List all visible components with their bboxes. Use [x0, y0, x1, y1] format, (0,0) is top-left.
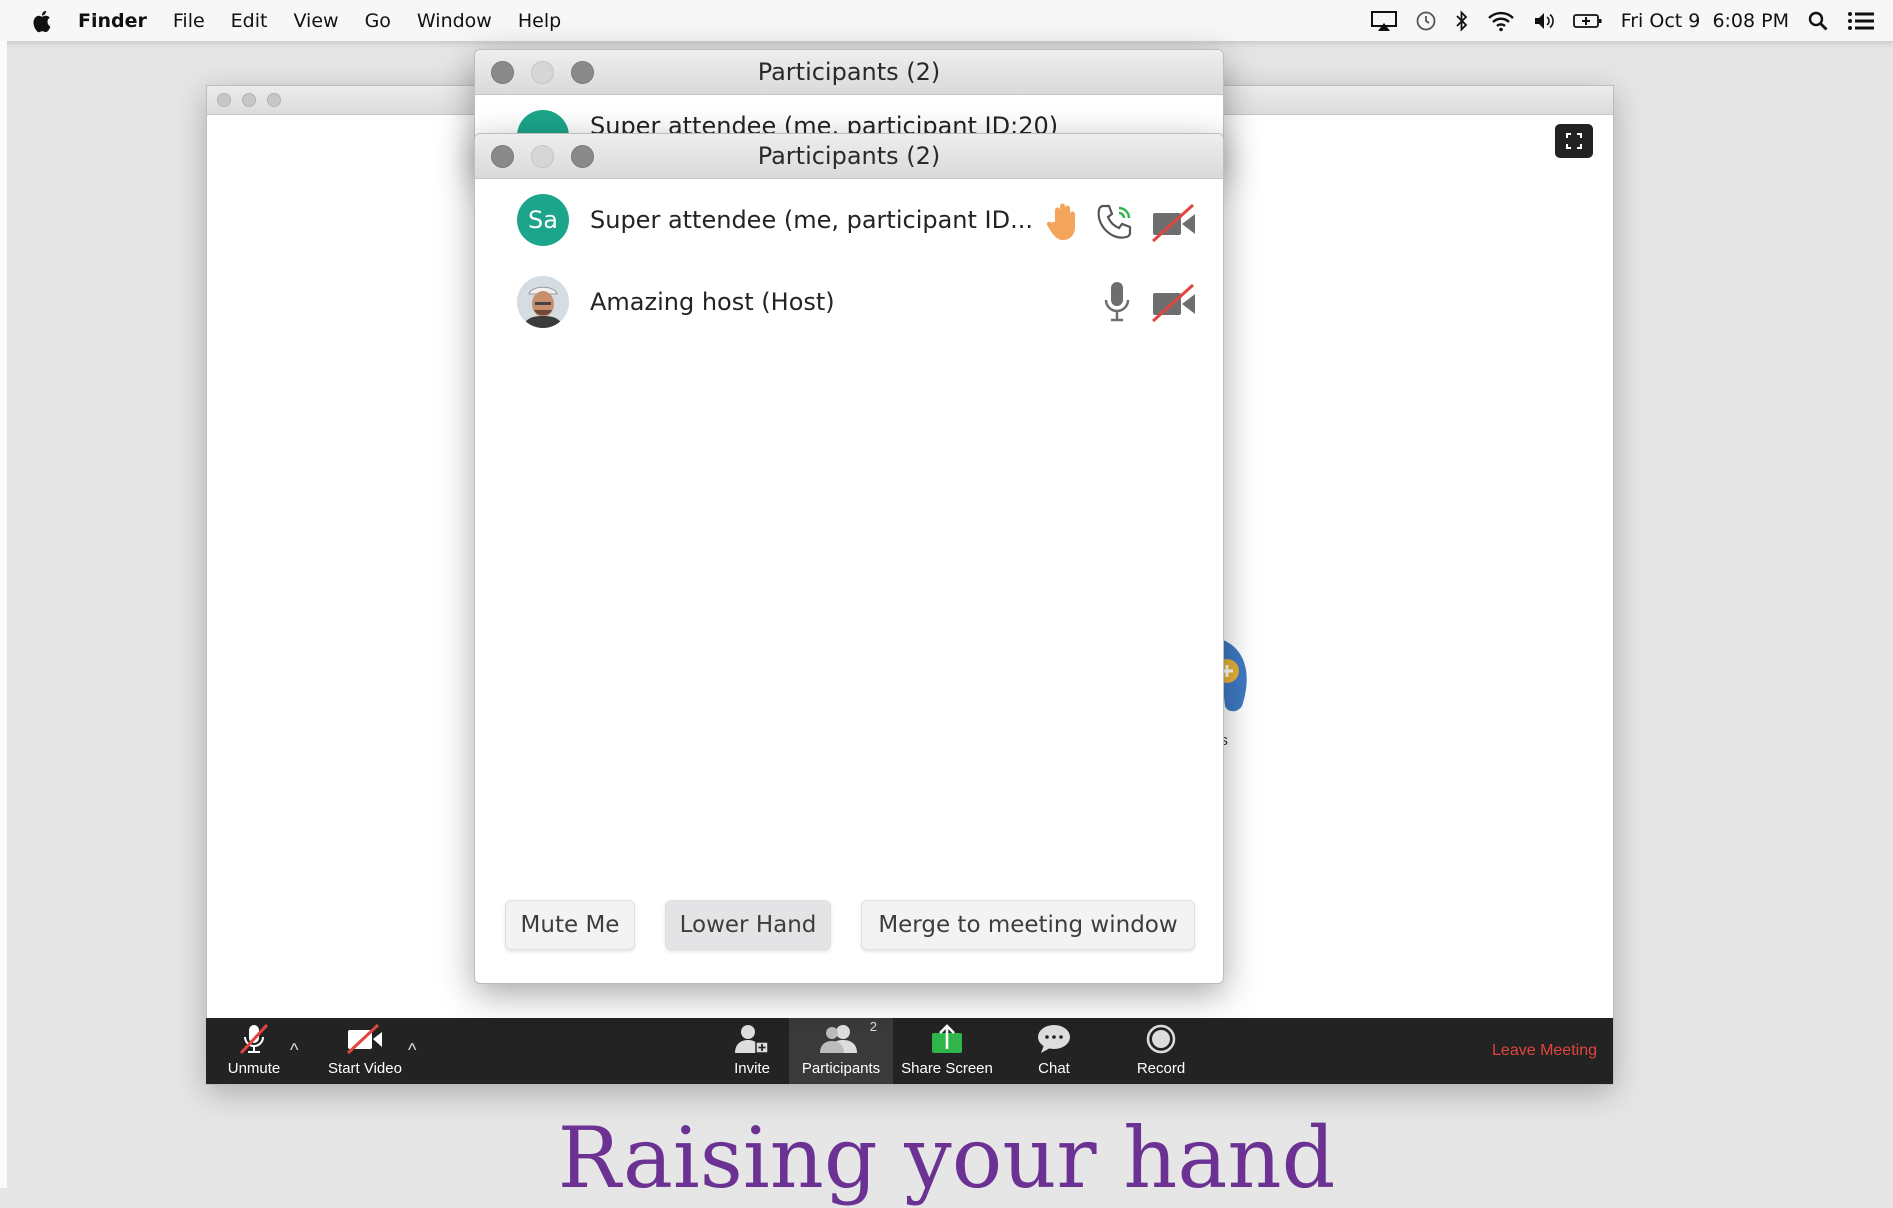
mute-me-button[interactable]: Mute Me: [505, 900, 635, 950]
bluetooth-icon[interactable]: [1455, 9, 1469, 32]
participants-back-title: Participants (2): [757, 58, 941, 86]
menu-finder[interactable]: Finder: [78, 10, 147, 32]
meeting-toolbar: Unmute ^ Start Video ^ Invite 2 Particip…: [206, 1018, 1613, 1084]
minimize-button[interactable]: [531, 145, 554, 168]
close-button[interactable]: [491, 61, 514, 84]
participants-window: Participants (2) Sa Super attendee (me, …: [474, 133, 1224, 984]
zoom-button[interactable]: [267, 93, 281, 107]
desktop-edge: [0, 41, 7, 1188]
zoom-button[interactable]: [571, 145, 594, 168]
wifi-icon[interactable]: [1487, 10, 1515, 32]
participants-icon: 2: [819, 1019, 877, 1055]
participant-row[interactable]: Sa Super attendee (me, participant ID...: [475, 192, 1223, 248]
menu-help[interactable]: Help: [518, 10, 561, 32]
leave-meeting-button[interactable]: Leave Meeting: [1492, 1042, 1597, 1060]
video-off-icon[interactable]: [1151, 204, 1197, 242]
apple-icon[interactable]: [32, 9, 54, 33]
mic-muted-icon: [237, 1023, 271, 1055]
unmute-label: Unmute: [227, 1060, 281, 1077]
share-screen-label: Share Screen: [901, 1060, 993, 1077]
chat-button[interactable]: Chat: [1014, 1018, 1094, 1084]
minimize-button[interactable]: [242, 93, 256, 107]
menu-edit[interactable]: Edit: [231, 10, 268, 32]
menu-window[interactable]: Window: [417, 10, 492, 32]
chat-icon: [1036, 1023, 1072, 1055]
participants-label: Participants: [801, 1060, 881, 1077]
status-area: Fri Oct 9 6:08 PM: [1353, 0, 1875, 41]
avatar: Sa: [517, 194, 569, 246]
close-button[interactable]: [217, 93, 231, 107]
minimize-button[interactable]: [531, 61, 554, 84]
menu-view[interactable]: View: [293, 10, 338, 32]
spotlight-search-icon[interactable]: [1807, 10, 1829, 32]
close-button[interactable]: [491, 145, 514, 168]
share-screen-icon: [930, 1023, 964, 1055]
menu-bar: Finder File Edit View Go Window Help Fri…: [0, 0, 1893, 42]
invite-button[interactable]: Invite: [712, 1018, 792, 1084]
participant-name: Amazing host (Host): [590, 288, 835, 316]
invite-label: Invite: [734, 1060, 770, 1077]
participants-titlebar: Participants (2): [475, 134, 1223, 179]
mic-icon[interactable]: [1102, 280, 1132, 324]
phone-audio-icon[interactable]: [1095, 202, 1135, 242]
lower-hand-button[interactable]: Lower Hand: [665, 900, 831, 950]
battery-icon[interactable]: [1572, 10, 1603, 32]
record-button[interactable]: Record: [1121, 1018, 1201, 1084]
host-avatar: [517, 276, 569, 328]
notification-center-icon[interactable]: [1847, 10, 1875, 32]
raised-hand-icon: [1046, 203, 1075, 240]
participants-button[interactable]: 2 Participants: [789, 1018, 893, 1084]
share-screen-button[interactable]: Share Screen: [893, 1018, 1001, 1084]
participants-title: Participants (2): [757, 142, 941, 170]
invite-icon: [733, 1023, 771, 1055]
participants-back-titlebar: Participants (2): [475, 50, 1223, 95]
start-video-label: Start Video: [328, 1060, 402, 1077]
video-off-icon[interactable]: [1151, 284, 1197, 322]
start-video-button[interactable]: Start Video: [314, 1018, 416, 1084]
menu-go[interactable]: Go: [365, 10, 391, 32]
audio-options-chevron-up-icon[interactable]: ^: [290, 1040, 298, 1061]
fullscreen-icon[interactable]: [1555, 124, 1593, 158]
volume-icon[interactable]: [1533, 10, 1555, 32]
video-off-icon: [346, 1023, 384, 1055]
record-label: Record: [1136, 1060, 1186, 1077]
zoom-button[interactable]: [571, 61, 594, 84]
slide-caption: Raising your hand: [557, 1109, 1336, 1207]
menu-file[interactable]: File: [173, 10, 205, 32]
participant-row[interactable]: Amazing host (Host): [475, 274, 1223, 330]
airplay-icon[interactable]: [1370, 10, 1397, 32]
participants-count-badge: 2: [869, 1019, 877, 1034]
clock-text[interactable]: Fri Oct 9 6:08 PM: [1621, 10, 1789, 32]
time-machine-icon[interactable]: [1415, 10, 1437, 32]
participant-name: Super attendee (me, participant ID...: [590, 206, 1033, 234]
merge-to-meeting-window-button[interactable]: Merge to meeting window: [861, 900, 1195, 950]
video-options-chevron-up-icon[interactable]: ^: [408, 1040, 416, 1061]
chat-label: Chat: [1038, 1060, 1070, 1077]
unmute-button[interactable]: Unmute: [214, 1018, 294, 1084]
record-icon: [1145, 1023, 1177, 1055]
